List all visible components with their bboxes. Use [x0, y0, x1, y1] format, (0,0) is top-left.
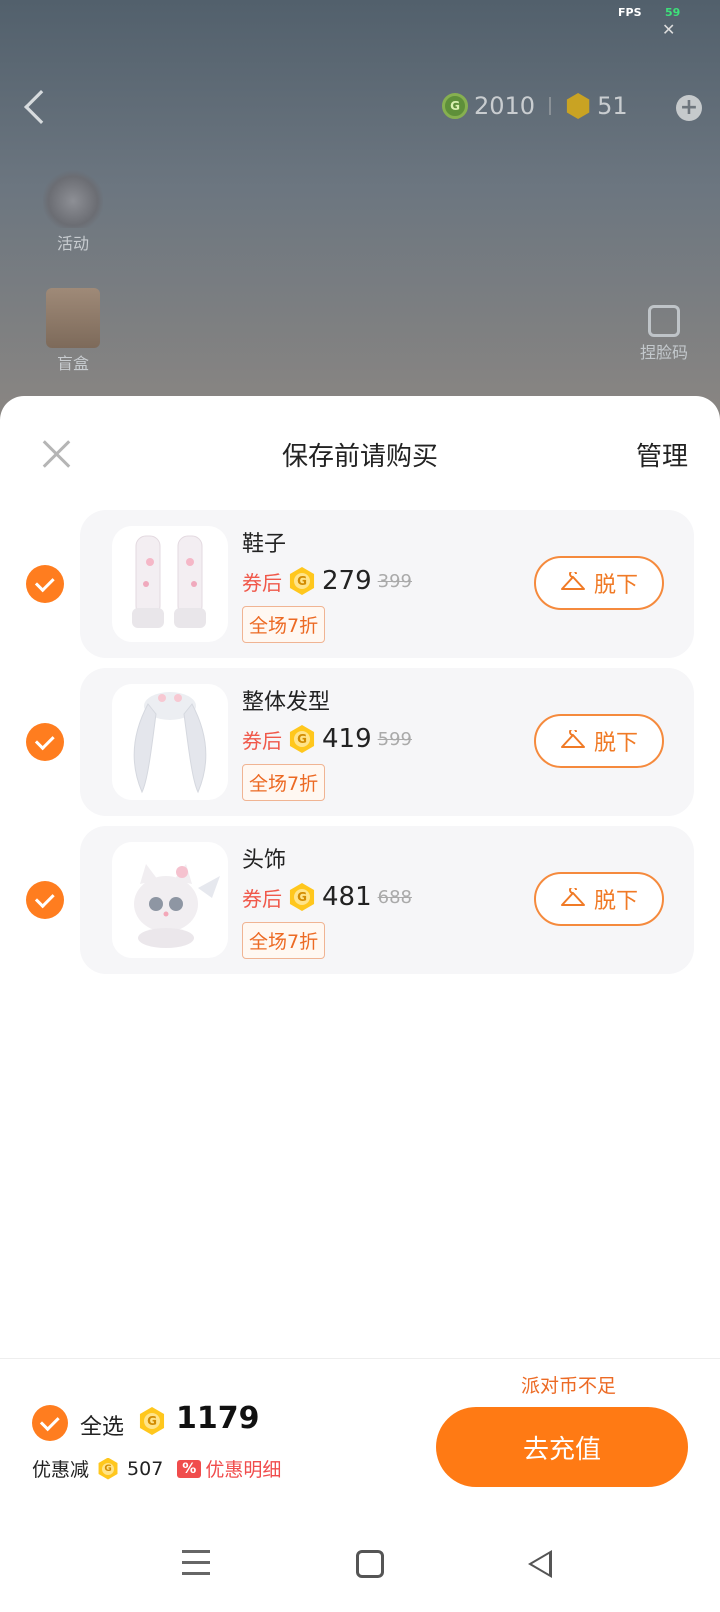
discount-detail-label: 优惠明细	[205, 1459, 282, 1481]
green-coin-balance: 2010	[474, 92, 536, 120]
edit-face-icon	[648, 305, 680, 337]
discount-line: 优惠减 507 % 优惠明细	[32, 1455, 281, 1482]
face-code-label: 捏脸码	[640, 343, 689, 362]
take-off-label: 脱下	[593, 573, 638, 598]
home-square-icon[interactable]	[356, 1550, 384, 1578]
back-triangle-icon[interactable]	[528, 1550, 552, 1578]
after-coupon-label: 券后	[242, 570, 282, 595]
side-item-activity[interactable]: 活动	[38, 168, 108, 254]
item-card: 头饰 券后 481 688 全场7折 脱下	[80, 826, 694, 974]
discount-detail-link[interactable]: % 优惠明细	[177, 1455, 281, 1482]
gold-coin-icon	[139, 1407, 165, 1435]
percent-icon: %	[177, 1459, 202, 1478]
hairstyle-thumbnail	[112, 684, 228, 800]
back-arrow-icon[interactable]	[24, 90, 58, 124]
side-item-blind-box[interactable]: 盲盒	[38, 288, 108, 374]
discount-tag: 全场7折	[242, 764, 326, 801]
hanger-icon	[560, 572, 585, 590]
discount-value: 507	[127, 1457, 164, 1480]
system-nav-bar	[0, 1530, 720, 1600]
recharge-button[interactable]: 去充值	[436, 1407, 688, 1487]
item-card: 鞋子 券后 279 399 全场7折 脱下	[80, 510, 694, 658]
gold-coin-icon	[289, 567, 315, 595]
item-original-price: 688	[377, 886, 412, 908]
star-activity-icon	[43, 168, 103, 228]
checkout-bar: 全选 1179 优惠减 507 % 优惠明细 派对币不足 去充值	[0, 1358, 720, 1498]
take-off-label: 脱下	[593, 731, 638, 756]
take-off-button[interactable]: 脱下	[534, 872, 664, 926]
item-checkbox-icon[interactable]	[26, 881, 64, 919]
shoes-thumbnail	[112, 526, 228, 642]
gold-coin-balance: 51	[597, 92, 628, 120]
fps-close-icon[interactable]: ✕	[662, 20, 675, 39]
discount-tag: 全场7折	[242, 606, 326, 643]
currency-divider	[549, 97, 552, 115]
select-all-checkbox-icon[interactable]	[32, 1405, 68, 1441]
item-checkbox-icon[interactable]	[26, 723, 64, 761]
item-checkbox-icon[interactable]	[26, 565, 64, 603]
side-item-label: 盲盒	[56, 354, 89, 373]
price-line: 券后 279 399	[242, 566, 412, 596]
green-coin-icon: G	[442, 93, 468, 119]
take-off-button[interactable]: 脱下	[534, 556, 664, 610]
currency-bar: G 2010 51	[442, 92, 628, 120]
gift-box-icon	[46, 288, 100, 348]
item-card: 整体发型 券后 419 599 全场7折 脱下	[80, 668, 694, 816]
recent-apps-menu-icon[interactable]	[182, 1550, 210, 1576]
select-all-label[interactable]: 全选	[80, 1409, 124, 1441]
add-currency-plus-icon[interactable]: +	[676, 95, 702, 121]
gold-coin-icon	[98, 1457, 118, 1480]
gold-coin-icon	[289, 725, 315, 753]
item-price: 419	[322, 724, 372, 754]
face-code-button[interactable]: 捏脸码	[640, 305, 688, 363]
fps-value: 59	[665, 6, 681, 19]
item-price: 481	[322, 882, 372, 912]
item-name: 头饰	[242, 848, 287, 873]
after-coupon-label: 券后	[242, 886, 282, 911]
item-original-price: 399	[377, 570, 412, 592]
price-line: 券后 419 599	[242, 724, 412, 754]
total-price: 1179	[176, 1401, 260, 1436]
gold-coin-icon	[566, 93, 590, 119]
item-name: 鞋子	[242, 532, 287, 557]
discount-label: 优惠减	[32, 1459, 90, 1481]
hanger-icon	[560, 888, 585, 906]
cart-item-hairstyle: 整体发型 券后 419 599 全场7折 脱下	[0, 668, 720, 816]
side-item-label: 活动	[56, 234, 89, 253]
cart-item-shoes: 鞋子 券后 279 399 全场7折 脱下	[0, 510, 720, 658]
fps-label: FPS	[618, 6, 642, 19]
cart-item-headwear: 头饰 券后 481 688 全场7折 脱下	[0, 826, 720, 974]
price-line: 券后 481 688	[242, 882, 412, 912]
discount-tag: 全场7折	[242, 922, 326, 959]
take-off-label: 脱下	[593, 889, 638, 914]
insufficient-funds-label: 派对币不足	[520, 1375, 616, 1397]
gold-coin-icon	[289, 883, 315, 911]
after-coupon-label: 券后	[242, 728, 282, 753]
item-original-price: 599	[377, 728, 412, 750]
item-price: 279	[322, 566, 372, 596]
item-name: 整体发型	[242, 690, 331, 715]
headwear-thumbnail	[112, 842, 228, 958]
take-off-button[interactable]: 脱下	[534, 714, 664, 768]
background-app: FPS 59 ✕ G 2010 51 + 活动 盲盒 捏脸码	[0, 0, 720, 420]
sheet-title: 保存前请购买	[281, 442, 438, 472]
manage-button[interactable]: 管理	[636, 436, 688, 473]
hanger-icon	[560, 730, 585, 748]
